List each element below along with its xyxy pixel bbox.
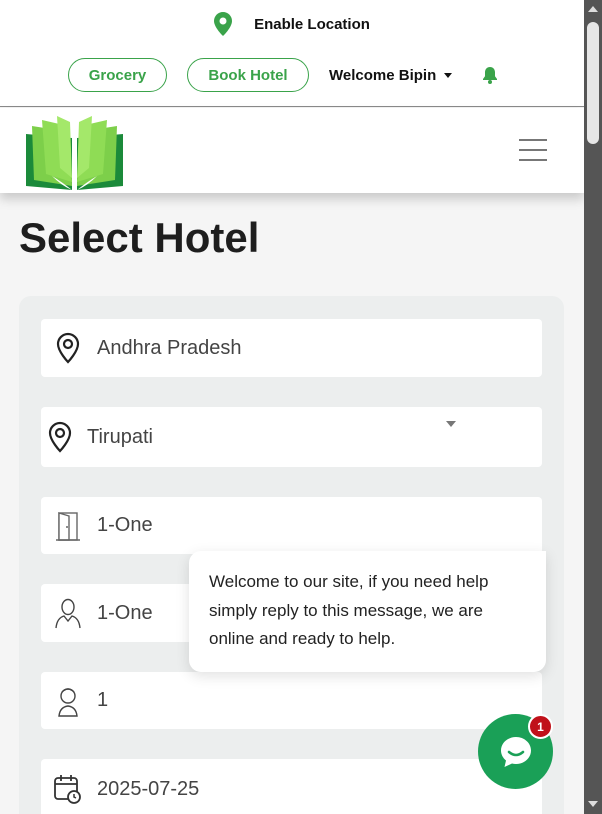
date-input[interactable]: 2025-07-25 [41, 759, 542, 814]
map-pin-icon [48, 421, 72, 453]
rooms-select[interactable]: 1-One [41, 497, 542, 554]
city-select[interactable]: Tirupati [41, 407, 542, 467]
city-value: Tirupati [87, 425, 153, 448]
site-header [0, 108, 584, 193]
calendar-icon [54, 775, 81, 804]
caret-down-icon [444, 72, 453, 78]
state-input[interactable]: Andhra Pradesh [41, 319, 542, 377]
grocery-button[interactable]: Grocery [68, 58, 167, 92]
book-logo-icon[interactable] [22, 116, 127, 192]
scroll-thumb[interactable] [587, 22, 599, 144]
book-hotel-button[interactable]: Book Hotel [187, 58, 309, 92]
child-icon [58, 687, 78, 717]
children-value: 1 [97, 689, 109, 711]
person-icon [55, 598, 81, 629]
adults-value: 1-One [97, 601, 153, 624]
scroll-down-arrow-icon[interactable] [588, 801, 598, 807]
date-value: 2025-07-25 [97, 777, 200, 800]
user-menu-toggle[interactable]: Welcome Bipin [329, 66, 453, 84]
scroll-up-arrow-icon[interactable] [588, 6, 598, 12]
state-value: Andhra Pradesh [97, 336, 242, 359]
location-pin-icon [214, 12, 233, 36]
scrollbar[interactable] [584, 0, 602, 814]
dropdown-arrow-icon [446, 421, 456, 427]
map-pin-icon [56, 332, 80, 364]
chat-welcome-message[interactable]: Welcome to our site, if you need help si… [189, 551, 546, 672]
enable-location-label: Enable Location [254, 15, 370, 33]
children-select[interactable]: 1 [41, 672, 542, 729]
enable-location[interactable]: Enable Location [0, 12, 584, 36]
rooms-value: 1-One [97, 514, 153, 536]
welcome-label: Welcome Bipin [329, 66, 437, 84]
top-nav: Grocery Book Hotel Welcome Bipin [68, 58, 500, 92]
bell-icon[interactable] [480, 65, 500, 85]
door-icon [56, 511, 80, 541]
chat-unread-badge: 1 [528, 714, 553, 739]
page-title: Select Hotel [19, 214, 260, 261]
top-bar: Enable Location Grocery Book Hotel Welco… [0, 0, 584, 107]
hamburger-icon[interactable] [519, 139, 547, 169]
chat-icon [500, 736, 531, 767]
